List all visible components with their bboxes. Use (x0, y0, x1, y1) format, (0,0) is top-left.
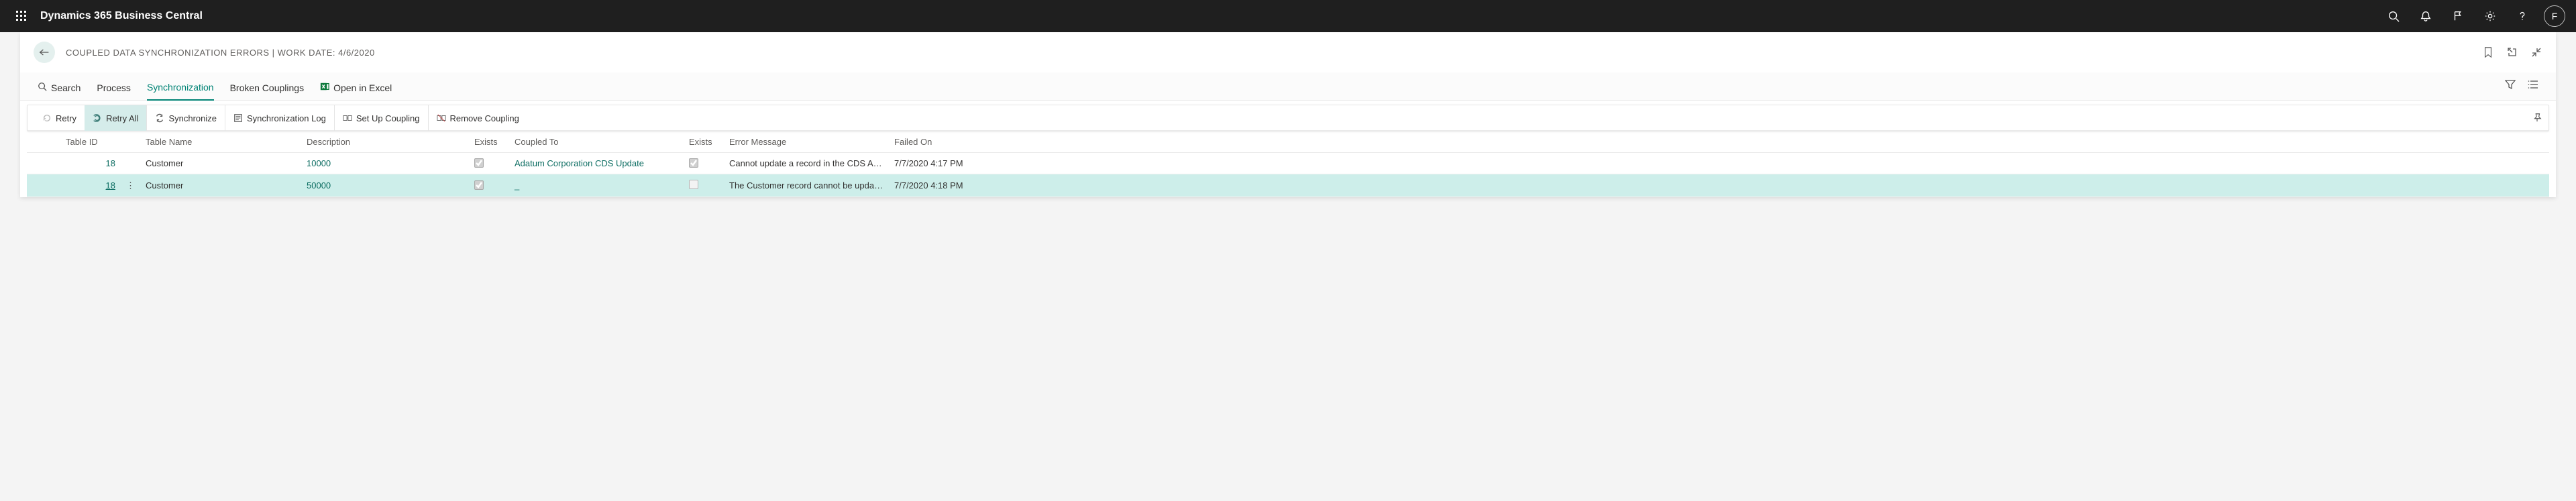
avatar-initial: F (2552, 11, 2558, 21)
col-description[interactable]: Description (301, 131, 469, 153)
pin-icon[interactable] (2532, 113, 2542, 124)
synchronize-button[interactable]: Synchronize (146, 105, 225, 131)
exists-checkbox (474, 180, 484, 190)
set-up-coupling-button[interactable]: Set Up Coupling (334, 105, 428, 131)
action-open-in-excel[interactable]: Open in Excel (320, 76, 392, 100)
cell-description[interactable]: 50000 (307, 180, 331, 190)
action-label: Broken Couplings (230, 82, 305, 93)
toolbar-label: Synchronize (168, 113, 217, 123)
action-search[interactable]: Search (38, 76, 80, 100)
toolbar-label: Set Up Coupling (356, 113, 420, 123)
sync-log-button[interactable]: Synchronization Log (225, 105, 334, 131)
col-table-id[interactable]: Table ID (60, 131, 121, 153)
flag-icon[interactable] (2442, 0, 2474, 32)
table-row[interactable]: 18 Customer 10000 Adatum Corporation CDS… (27, 153, 2549, 174)
app-name: Dynamics 365 Business Central (40, 10, 203, 22)
retry-button[interactable]: Retry (34, 105, 85, 131)
col-failed-on[interactable]: Failed On (889, 131, 2549, 153)
retry-icon (42, 113, 52, 123)
search-icon[interactable] (2377, 0, 2410, 32)
action-bar: Search Process Synchronization Broken Co… (20, 72, 2556, 101)
filter-icon[interactable] (2505, 79, 2516, 92)
page-header: COUPLED DATA SYNCHRONIZATION ERRORS | WO… (20, 32, 2556, 72)
bookmark-icon[interactable] (2482, 46, 2494, 58)
top-bar: Dynamics 365 Business Central F (0, 0, 2576, 32)
cell-failed-on: 7/7/2020 4:17 PM (889, 153, 2549, 174)
row-menu-icon[interactable]: ⋮ (121, 174, 140, 197)
cell-description[interactable]: 10000 (307, 158, 331, 168)
exists-checkbox (689, 158, 698, 168)
breadcrumb: COUPLED DATA SYNCHRONIZATION ERRORS | WO… (66, 48, 375, 58)
sync-icon (155, 113, 164, 123)
list-icon[interactable] (2528, 79, 2538, 92)
col-coupled-to[interactable]: Coupled To (509, 131, 684, 153)
cell-table-name: Customer (140, 174, 301, 197)
col-error-message[interactable]: Error Message (724, 131, 889, 153)
retry-all-button[interactable]: Retry All (85, 105, 146, 131)
column-header-row: Table ID Table Name Description Exists C… (27, 131, 2549, 153)
col-exists-1[interactable]: Exists (469, 131, 509, 153)
action-label: Search (51, 82, 80, 93)
excel-icon (320, 82, 329, 93)
cell-error-message: The Customer record cannot be updated be… (729, 180, 883, 190)
toolbar-label: Synchronization Log (247, 113, 326, 123)
cell-error-message: Cannot update a record in the CDS Accoun… (729, 158, 883, 168)
cell-table-id[interactable]: 18 (106, 180, 115, 190)
toolbar: Retry Retry All Synchronize Synchronizat… (27, 105, 2549, 131)
user-avatar[interactable]: F (2544, 5, 2565, 27)
popout-icon[interactable] (2506, 46, 2518, 58)
cell-table-id[interactable]: 18 (106, 158, 115, 168)
cell-table-name: Customer (140, 153, 301, 174)
action-process[interactable]: Process (97, 77, 131, 100)
collapse-icon[interactable] (2530, 46, 2542, 58)
action-label: Synchronization (147, 82, 214, 93)
app-launcher-icon[interactable] (5, 0, 38, 32)
action-label: Process (97, 82, 131, 93)
cell-coupled-to[interactable]: Adatum Corporation CDS Update (515, 158, 644, 168)
action-broken-couplings[interactable]: Broken Couplings (230, 77, 305, 100)
back-button[interactable] (34, 42, 55, 63)
remove-coupling-button[interactable]: Remove Coupling (428, 105, 527, 131)
remove-coupling-icon (437, 113, 446, 123)
toolbar-label: Retry All (106, 113, 138, 123)
search-icon (38, 82, 47, 93)
data-grid: Table ID Table Name Description Exists C… (27, 131, 2549, 197)
action-synchronization[interactable]: Synchronization (147, 76, 214, 101)
cell-failed-on: 7/7/2020 4:18 PM (889, 174, 2549, 197)
retry-all-icon (93, 113, 102, 123)
exists-checkbox (474, 158, 484, 168)
table-row[interactable]: 18 ⋮ Customer 50000 _ The Customer recor… (27, 174, 2549, 197)
page-content: COUPLED DATA SYNCHRONIZATION ERRORS | WO… (20, 32, 2556, 197)
toolbar-label: Retry (56, 113, 76, 123)
cell-coupled-to[interactable]: _ (515, 180, 519, 190)
col-table-name[interactable]: Table Name (140, 131, 301, 153)
col-exists-2[interactable]: Exists (684, 131, 724, 153)
help-icon[interactable] (2506, 0, 2538, 32)
notifications-icon[interactable] (2410, 0, 2442, 32)
coupling-icon (343, 113, 352, 123)
toolbar-label: Remove Coupling (450, 113, 519, 123)
action-label: Open in Excel (333, 82, 392, 93)
settings-icon[interactable] (2474, 0, 2506, 32)
exists-checkbox (689, 180, 698, 189)
log-icon (233, 113, 243, 123)
